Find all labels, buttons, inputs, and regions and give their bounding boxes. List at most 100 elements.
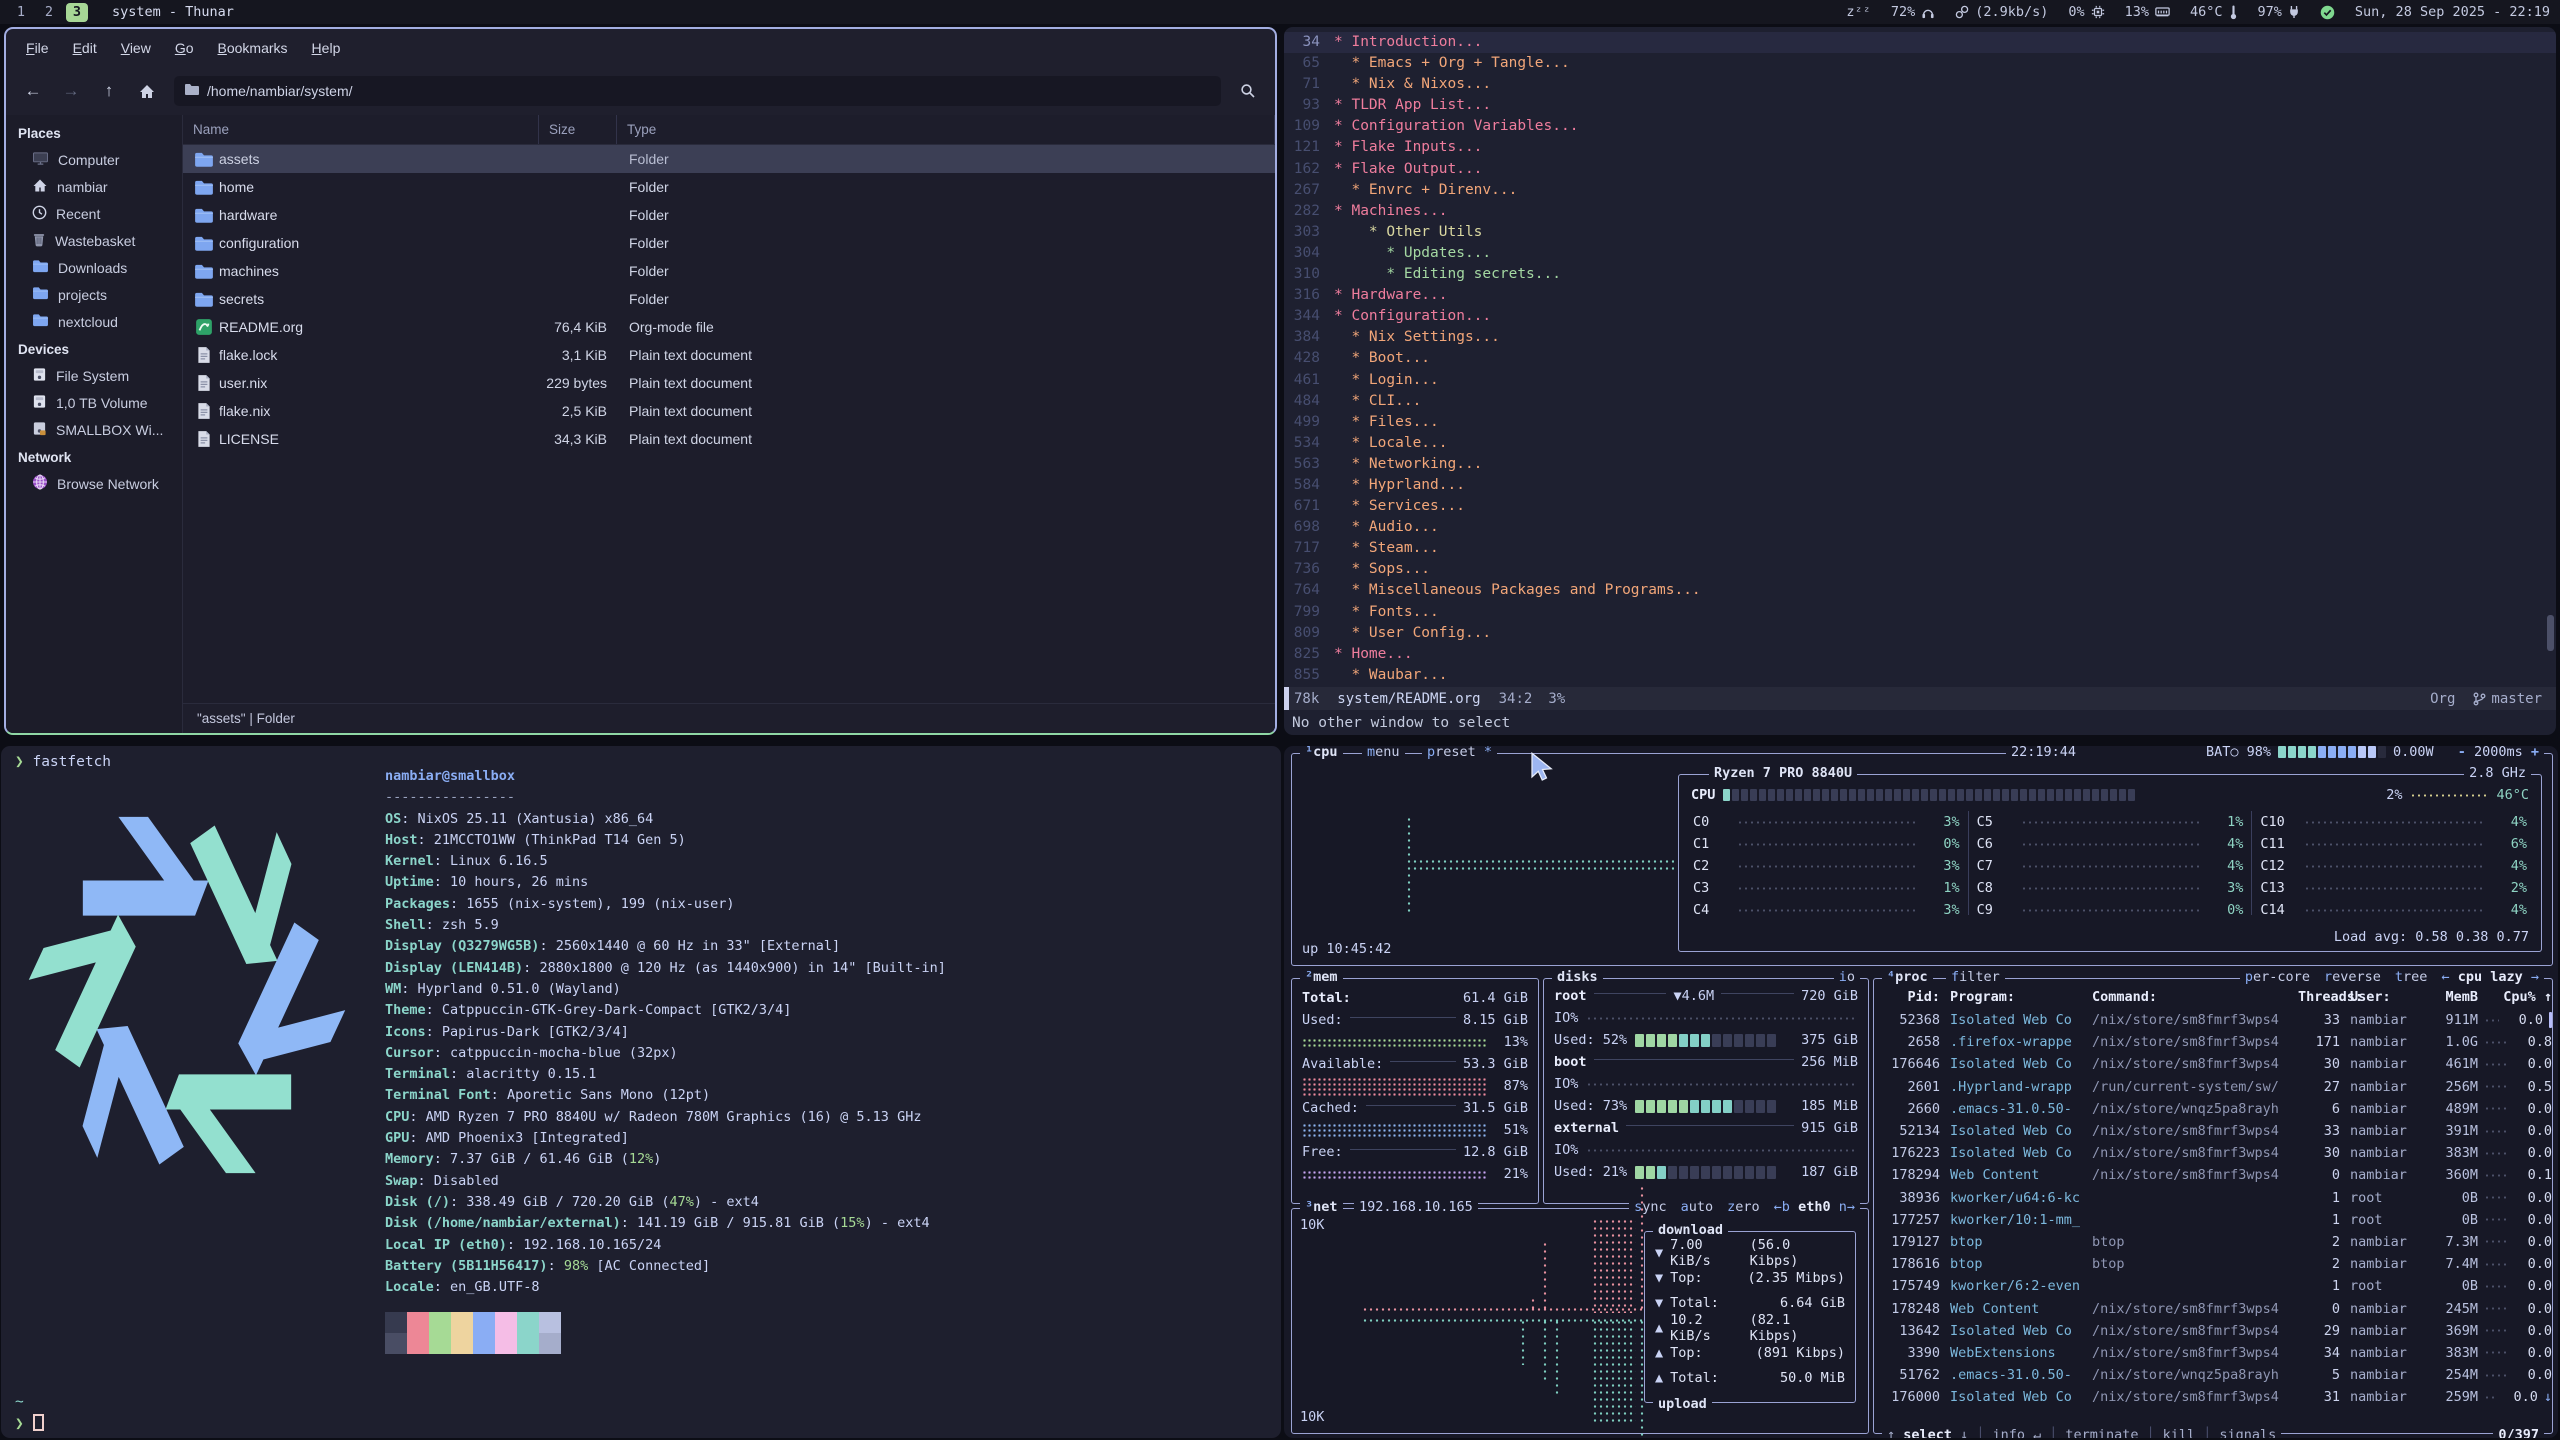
org-heading-line[interactable]: 109* Configuration Variables...: [1284, 116, 2556, 137]
workspace-2[interactable]: 2: [38, 3, 60, 22]
up-button[interactable]: ↑: [92, 76, 126, 106]
org-heading-line[interactable]: 736 * Sops...: [1284, 559, 2556, 580]
sidebar-item-file-system[interactable]: File System: [6, 362, 182, 389]
file-row-hardware[interactable]: hardwareFolder: [183, 201, 1275, 229]
net-interface-switcher[interactable]: ←b eth0 n→: [1774, 1199, 1855, 1215]
home-button[interactable]: [130, 76, 164, 106]
org-heading-line[interactable]: 303 * Other Utils: [1284, 222, 2556, 243]
file-row-configuration[interactable]: configurationFolder: [183, 229, 1275, 257]
column-header-name[interactable]: Name: [183, 115, 539, 144]
proc-option-reverse[interactable]: reverse: [2324, 969, 2381, 985]
process-row[interactable]: 52134Isolated Web Co/nix/store/sm8fmrf3w…: [1874, 1120, 2552, 1142]
org-heading-line[interactable]: 698 * Audio...: [1284, 517, 2556, 538]
org-heading-line[interactable]: 65 * Emacs + Org + Tangle...: [1284, 53, 2556, 74]
mem-box-title[interactable]: ²mem: [1300, 969, 1343, 985]
menu-help[interactable]: Help: [302, 36, 351, 60]
proc-key-3[interactable]: kill: [2163, 1427, 2196, 1438]
major-mode[interactable]: Org: [2430, 691, 2455, 707]
proc-key-2[interactable]: terminate: [2065, 1427, 2138, 1438]
org-heading-line[interactable]: 825* Home...: [1284, 644, 2556, 665]
process-row[interactable]: 176223Isolated Web Co/nix/store/sm8fmrf3…: [1874, 1142, 2552, 1164]
org-buffer[interactable]: 34* Introduction...65 * Emacs + Org + Ta…: [1284, 27, 2556, 687]
process-row[interactable]: 178616btopbtop2nambiar7.4M0.0: [1874, 1253, 2552, 1275]
org-heading-line[interactable]: 428 * Boot...: [1284, 348, 2556, 369]
org-heading-line[interactable]: 34* Introduction...: [1284, 32, 2556, 53]
filter-button[interactable]: filter: [1946, 969, 2005, 985]
process-row[interactable]: 38936kworker/u64:6-kc1root0B0.0: [1874, 1187, 2552, 1209]
column-header-type[interactable]: Type: [617, 115, 1275, 144]
org-heading-line[interactable]: 304 * Updates...: [1284, 243, 2556, 264]
workspace-3[interactable]: 3: [66, 3, 88, 22]
process-row[interactable]: 176000Isolated Web Co/nix/store/sm8fmrf3…: [1874, 1386, 2552, 1408]
process-row[interactable]: 178294Web Content/nix/store/sm8fmrf3wps4…: [1874, 1164, 2552, 1186]
process-row[interactable]: 52368Isolated Web Co/nix/store/sm8fmrf3w…: [1874, 1009, 2552, 1031]
proc-key-4[interactable]: signals: [2219, 1427, 2276, 1438]
org-heading-line[interactable]: 267 * Envrc + Direnv...: [1284, 180, 2556, 201]
proc-key-1[interactable]: info ↵: [1992, 1427, 2041, 1438]
org-heading-line[interactable]: 461 * Login...: [1284, 370, 2556, 391]
sidebar-item-projects[interactable]: projects: [6, 281, 182, 308]
process-row[interactable]: 2601.Hyprland-wrapp/run/current-system/s…: [1874, 1076, 2552, 1098]
proc-scrollbar-thumb[interactable]: [2549, 1012, 2552, 1028]
disks-io-toggle[interactable]: io: [1834, 969, 1860, 985]
sidebar-item-1-0-tb-volume[interactable]: 1,0 TB Volume: [6, 389, 182, 416]
process-row[interactable]: 179127btopbtop2nambiar7.3M0.0: [1874, 1231, 2552, 1253]
org-heading-line[interactable]: 563 * Networking...: [1284, 454, 2556, 475]
sidebar-item-smallbox-wi-[interactable]: SMALLBOX Wi...: [6, 416, 182, 443]
file-row-readme.org[interactable]: README.org76,4 KiBOrg-mode file: [183, 313, 1275, 341]
proc-box-title[interactable]: ⁴proc: [1882, 969, 1933, 985]
menu-bookmarks[interactable]: Bookmarks: [208, 36, 298, 60]
sidebar-item-nambiar[interactable]: nambiar: [6, 173, 182, 200]
org-heading-line[interactable]: 344* Configuration...: [1284, 306, 2556, 327]
org-heading-line[interactable]: 534 * Locale...: [1284, 433, 2556, 454]
org-heading-line[interactable]: 799 * Fonts...: [1284, 602, 2556, 623]
process-row[interactable]: 175749kworker/6:2-even1root0B0.0: [1874, 1275, 2552, 1297]
process-row[interactable]: 2660.emacs-31.0.50-/nix/store/wnqz5pa8ra…: [1874, 1098, 2552, 1120]
sidebar-item-recent[interactable]: Recent: [6, 200, 182, 227]
org-heading-line[interactable]: 71 * Nix & Nixos...: [1284, 74, 2556, 95]
sidebar-item-nextcloud[interactable]: nextcloud: [6, 308, 182, 335]
file-row-flake.lock[interactable]: flake.lock3,1 KiBPlain text document: [183, 341, 1275, 369]
menu-go[interactable]: Go: [165, 36, 204, 60]
process-row[interactable]: 178248Web Content/nix/store/sm8fmrf3wps4…: [1874, 1297, 2552, 1319]
process-row[interactable]: 51762.emacs-31.0.50-/nix/store/wnqz5pa8r…: [1874, 1364, 2552, 1386]
disks-box-title[interactable]: disks: [1552, 969, 1603, 985]
shell-prompt[interactable]: ~ ❯: [15, 1391, 44, 1435]
workspace-1[interactable]: 1: [10, 3, 32, 22]
proc-sort-switcher[interactable]: ← cpu lazy →: [2441, 969, 2539, 985]
menu-file[interactable]: File: [16, 36, 59, 60]
process-row[interactable]: 2658.firefox-wrappe/nix/store/sm8fmrf3wp…: [1874, 1031, 2552, 1053]
org-heading-line[interactable]: 121* Flake Inputs...: [1284, 137, 2556, 158]
file-row-user.nix[interactable]: user.nix229 bytesPlain text document: [183, 369, 1275, 397]
interval-minus[interactable]: -: [2458, 746, 2466, 760]
file-row-machines[interactable]: machinesFolder: [183, 257, 1275, 285]
proc-option-tree[interactable]: tree: [2395, 969, 2428, 985]
menu-edit[interactable]: Edit: [63, 36, 107, 60]
net-option-zero[interactable]: zero: [1727, 1199, 1760, 1215]
menu-view[interactable]: View: [111, 36, 161, 60]
org-heading-line[interactable]: 384 * Nix Settings...: [1284, 327, 2556, 348]
terminal-window[interactable]: ❯ fastfetch nambiar@smallbox------------…: [1, 746, 1281, 1438]
back-button[interactable]: ←: [16, 76, 50, 106]
column-header-size[interactable]: Size: [539, 115, 617, 144]
org-heading-line[interactable]: 162* Flake Output...: [1284, 159, 2556, 180]
process-row[interactable]: 177257kworker/10:1-mm_1root0B0.0: [1874, 1209, 2552, 1231]
org-heading-line[interactable]: 717 * Steam...: [1284, 538, 2556, 559]
process-row[interactable]: 3390WebExtensions/nix/store/sm8fmrf3wps4…: [1874, 1342, 2552, 1364]
forward-button[interactable]: →: [54, 76, 88, 106]
org-heading-line[interactable]: 671 * Services...: [1284, 496, 2556, 517]
org-heading-line[interactable]: 484 * CLI...: [1284, 391, 2556, 412]
cpu-box-title[interactable]: ¹cpu: [1300, 746, 1343, 760]
sidebar-item-computer[interactable]: Computer: [6, 146, 182, 173]
search-button[interactable]: [1231, 76, 1265, 106]
file-row-secrets[interactable]: secretsFolder: [183, 285, 1275, 313]
sidebar-item-browse-network[interactable]: Browse Network: [6, 470, 182, 497]
proc-key-0[interactable]: ↑ select ↓: [1887, 1427, 1968, 1438]
file-row-assets[interactable]: assetsFolder: [183, 145, 1275, 173]
net-option-auto[interactable]: auto: [1681, 1199, 1714, 1215]
org-heading-line[interactable]: 764 * Miscellaneous Packages and Program…: [1284, 580, 2556, 601]
file-row-license[interactable]: LICENSE34,3 KiBPlain text document: [183, 425, 1275, 453]
org-heading-line[interactable]: 584 * Hyprland...: [1284, 475, 2556, 496]
menu-button[interactable]: menu: [1362, 746, 1405, 760]
process-row[interactable]: 176646Isolated Web Co/nix/store/sm8fmrf3…: [1874, 1053, 2552, 1075]
